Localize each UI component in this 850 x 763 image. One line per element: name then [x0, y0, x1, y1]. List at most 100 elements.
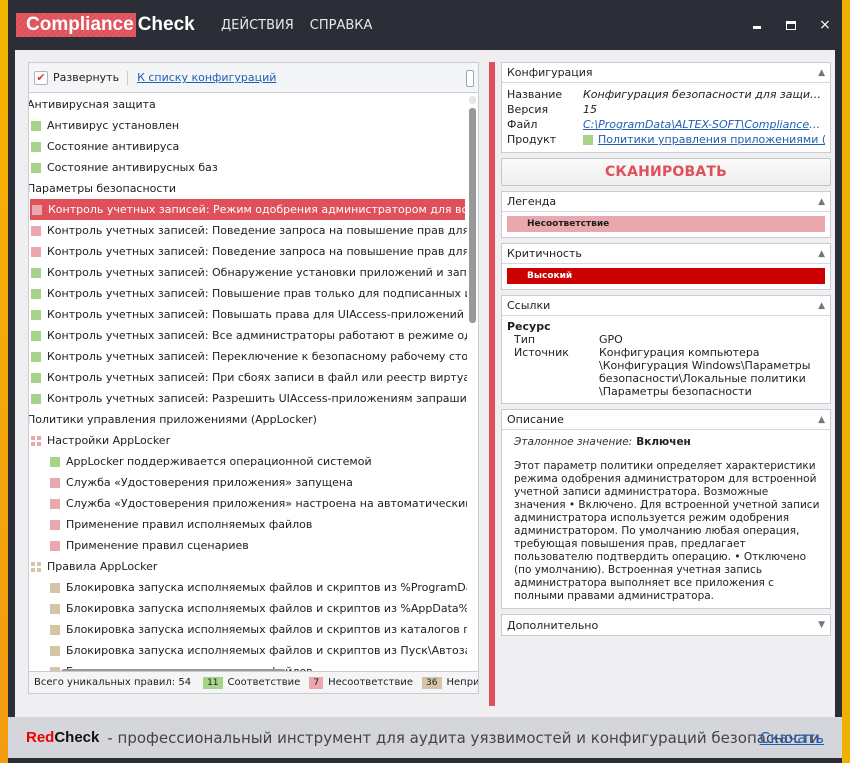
tree-rule-item[interactable]: Контроль учетных записей: Поведение запр…: [29, 220, 467, 241]
rule-status-icon: [31, 330, 41, 341]
tree-group-header[interactable]: Политики управления приложениями (AppLoc…: [29, 409, 467, 430]
tree-rule-item[interactable]: Контроль учетных записей: Повышение прав…: [29, 283, 467, 304]
toolbar-overflow-handle[interactable]: [466, 70, 474, 87]
maximize-button[interactable]: [774, 10, 808, 40]
tree-rule-item[interactable]: Блокировка запуска исполняемых файлов и …: [29, 598, 467, 619]
rule-status-icon: [31, 162, 41, 173]
tree-rule-item[interactable]: Антивирус установлен: [29, 115, 467, 136]
legend-card-header[interactable]: Легенда ▲: [502, 192, 830, 212]
tree-item-label: Контроль учетных записей: Поведение запр…: [47, 224, 467, 237]
tree-item-label: Контроль учетных записей: Повышение прав…: [47, 287, 467, 300]
rule-status-icon: [50, 624, 60, 635]
legend-card: Легенда ▲ Несоответствие: [501, 191, 831, 238]
back-to-configs-link[interactable]: К списку конфигураций: [137, 71, 276, 84]
tree-item-label: Параметры безопасности: [29, 182, 177, 195]
vertical-scrollbar[interactable]: [469, 94, 476, 678]
rule-status-icon: [32, 204, 42, 215]
additional-title: Дополнительно: [507, 618, 599, 632]
tree-item-label: Блокировка запуска исполняемых файлов и …: [66, 644, 467, 657]
tree-rule-item[interactable]: Состояние антивируса: [29, 136, 467, 157]
tree-rule-item[interactable]: Контроль учетных записей: При сбоях запи…: [29, 367, 467, 388]
criticality-card-header[interactable]: Критичность ▲: [502, 244, 830, 264]
tree-item-label: Контроль учетных записей: Все администра…: [47, 329, 467, 342]
tree-rule-item[interactable]: Контроль учетных записей: Обнаружение ус…: [29, 262, 467, 283]
tree-rule-item[interactable]: Контроль учетных записей: Все администра…: [29, 325, 467, 346]
tree-rule-item[interactable]: Правила AppLocker: [29, 556, 467, 577]
rule-status-icon: [31, 351, 41, 362]
tree-rule-item[interactable]: Блокировка запуска исполняемых файлов и …: [29, 640, 467, 661]
config-file-key: Файл: [507, 118, 538, 131]
tree-item-label: Служба «Удостоверения приложения» запуще…: [66, 476, 353, 489]
tree-item-label: Настройки AppLocker: [47, 434, 171, 447]
menu-actions[interactable]: ДЕЙСТВИЯ: [221, 18, 294, 33]
fail-label: Несоответствие: [328, 677, 414, 688]
rules-panel: ✔ Развернуть К списку конфигураций Антив…: [28, 62, 479, 694]
criticality-card-body: Высокий: [502, 264, 830, 289]
tree-rule-item[interactable]: AppLocker поддерживается операционной си…: [29, 451, 467, 472]
rule-status-icon: [50, 645, 60, 656]
tree-item-label: Блокировка запуска исполняемых файлов и …: [66, 623, 467, 636]
menu-help[interactable]: СПРАВКА: [310, 18, 373, 33]
additional-card-header[interactable]: Дополнительно ▼: [502, 615, 830, 635]
tree-rule-item[interactable]: Контроль учетных записей: Поведение запр…: [29, 241, 467, 262]
rule-status-icon: [50, 456, 60, 467]
config-product-key: Продукт: [507, 133, 557, 146]
tree-rule-item[interactable]: Состояние антивирусных баз: [29, 157, 467, 178]
rule-status-icon: [31, 246, 41, 257]
redcheck-brand-dark: Check: [54, 729, 100, 746]
tree-rule-item[interactable]: Применение правил исполняемых файлов: [29, 514, 467, 535]
logo-compliance: Compliance: [16, 13, 136, 37]
product-status-icon: [583, 134, 593, 145]
description-card-header[interactable]: Описание ▲: [502, 410, 830, 430]
client-area: ✔ Развернуть К списку конфигураций Антив…: [15, 50, 835, 717]
links-card-header[interactable]: Ссылки ▲: [502, 296, 830, 316]
download-link[interactable]: Скачать: [760, 729, 824, 747]
tree-rule-item[interactable]: Контроль учетных записей: Повышать права…: [29, 304, 467, 325]
criticality-title: Критичность: [507, 247, 582, 260]
tree-rule-item[interactable]: Контроль учетных записей: Режим одобрени…: [30, 199, 465, 220]
tree-rule-item[interactable]: Применение правил сценариев: [29, 535, 467, 556]
chevron-up-icon: ▲: [818, 414, 825, 425]
minimize-button[interactable]: [740, 10, 774, 40]
resource-source-key: Источник: [514, 346, 569, 359]
expand-label[interactable]: Развернуть: [53, 71, 119, 84]
tree-rule-item[interactable]: Контроль учетных записей: Разрешить UIAc…: [29, 388, 467, 409]
tree-item-label: Состояние антивируса: [47, 140, 180, 153]
tree-rule-item[interactable]: Настройки AppLocker: [29, 430, 467, 451]
tree-rule-item[interactable]: Контроль учетных записей: Переключение к…: [29, 346, 467, 367]
scan-button[interactable]: СКАНИРОВАТЬ: [501, 158, 831, 186]
title-bar[interactable]: Compliance Check ДЕЙСТВИЯ СПРАВКА ×: [8, 0, 842, 50]
panel-splitter[interactable]: [489, 62, 495, 706]
config-product-link[interactable]: Политики управления приложениями (A...: [598, 133, 825, 146]
tree-item-label: Применение правил сценариев: [66, 539, 249, 552]
promo-tagline: - профессиональный инструмент для аудита…: [107, 728, 820, 747]
tree-item-label: AppLocker поддерживается операционной си…: [66, 455, 372, 468]
scroll-up-arrow[interactable]: [469, 96, 476, 104]
config-file-link[interactable]: C:\ProgramData\ALTEX-SOFT\ComplianceChec…: [583, 118, 825, 131]
legend-status-bar: Несоответствие: [507, 216, 825, 232]
config-product-value: Политики управления приложениями (A...: [583, 133, 825, 146]
config-card: Конфигурация ▲ Название Конфигурация без…: [501, 62, 831, 153]
resource-source-row: Источник Конфигурация компьютера \Конфиг…: [507, 346, 825, 398]
tree-rule-item[interactable]: Служба «Удостоверения приложения» запуще…: [29, 472, 467, 493]
resource-type-key: Тип: [514, 333, 536, 346]
desktop-background-right: [842, 0, 850, 763]
additional-card: Дополнительно ▼: [501, 614, 831, 636]
maximize-icon: [786, 20, 796, 30]
rule-status-icon: [50, 582, 60, 593]
tree-group-header[interactable]: Параметры безопасности: [29, 178, 467, 199]
app-logo: Compliance Check: [16, 13, 195, 37]
config-version-key: Версия: [507, 103, 549, 116]
tree-item-label: Контроль учетных записей: Режим одобрени…: [48, 203, 465, 216]
expand-checkbox[interactable]: ✔: [34, 70, 48, 85]
tree-rule-item[interactable]: Служба «Удостоверения приложения» настро…: [29, 493, 467, 514]
tree-rule-item[interactable]: Блокировка запуска исполняемых файлов и …: [29, 619, 467, 640]
close-button[interactable]: ×: [808, 10, 842, 40]
chevron-up-icon: ▲: [818, 67, 825, 78]
source-line: Конфигурация компьютера: [599, 346, 760, 359]
config-card-header[interactable]: Конфигурация ▲: [502, 63, 830, 83]
tree-rule-item[interactable]: Блокировка запуска исполняемых файлов и …: [29, 577, 467, 598]
tree-group-header[interactable]: Антивирусная защита: [29, 94, 467, 115]
vertical-scroll-thumb[interactable]: [469, 108, 476, 323]
rule-status-icon: [31, 288, 41, 299]
